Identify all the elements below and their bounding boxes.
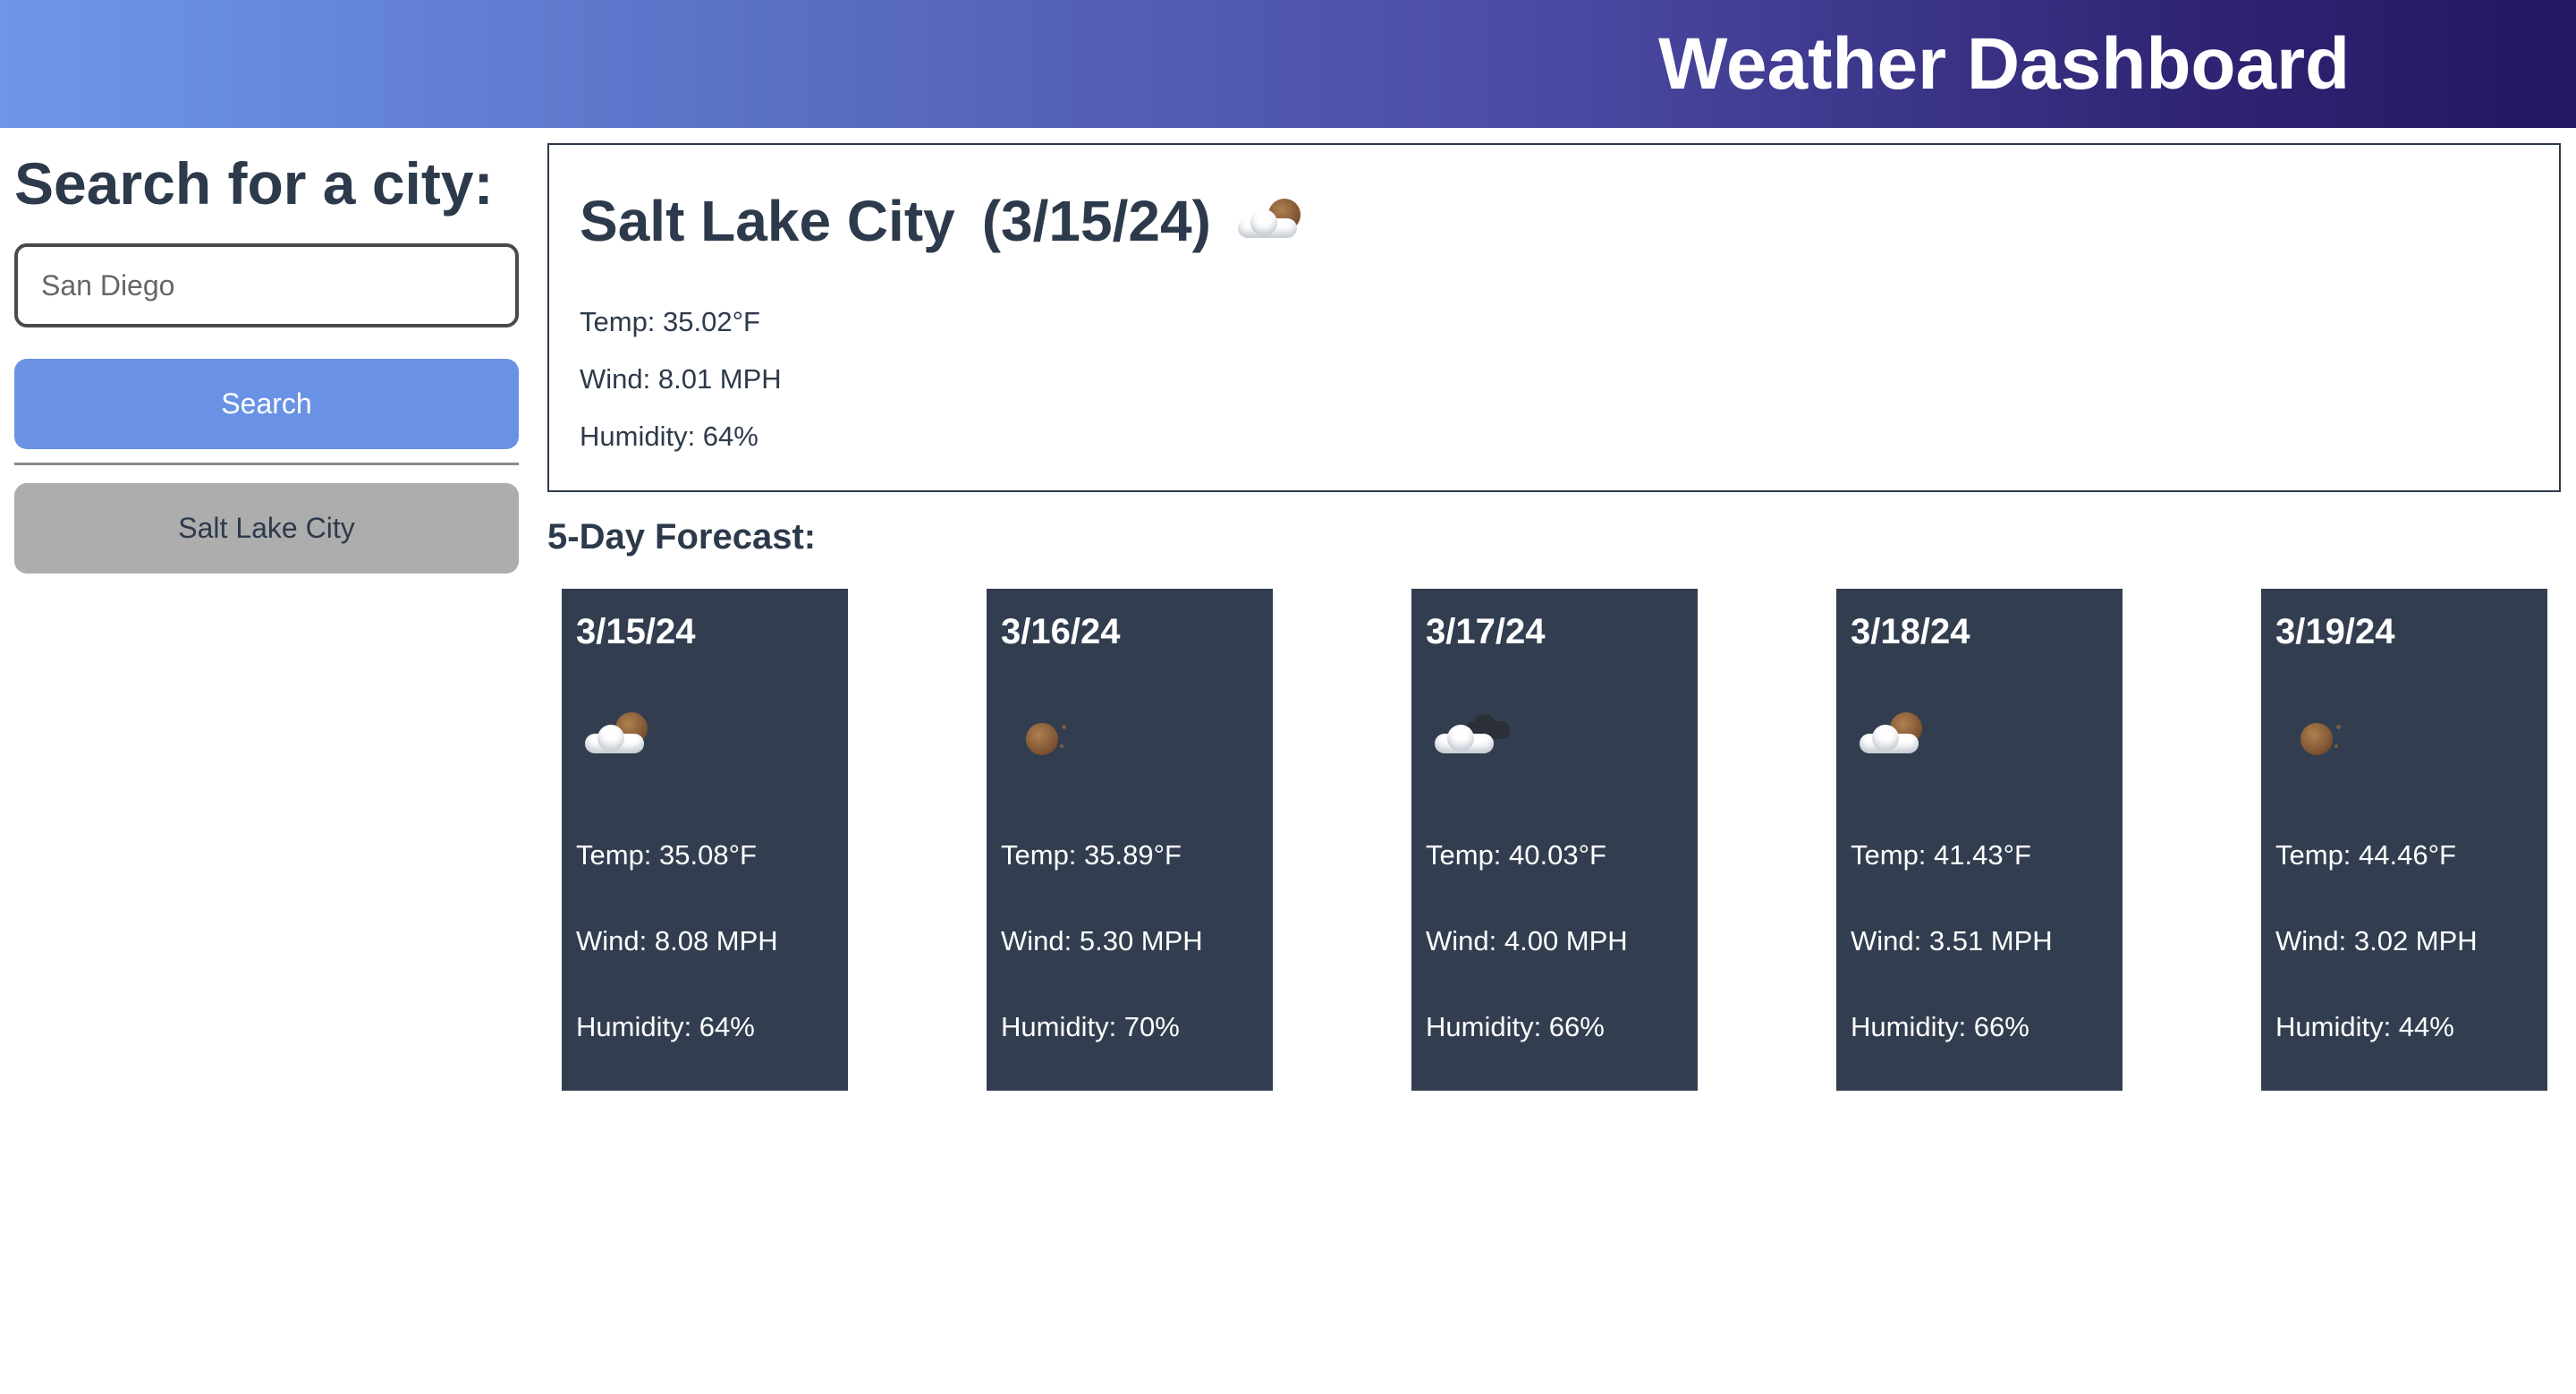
forecast-card: 3/18/24 Temp: 41.43°F Wind: 3.51 MPH Hum… — [1836, 589, 2123, 1091]
forecast-wind: Wind: 3.02 MPH — [2275, 925, 2478, 956]
page-title: Weather Dashboard — [1658, 23, 2351, 105]
current-city-name: Salt Lake City — [580, 189, 955, 253]
forecast-humidity: Humidity: 44% — [2275, 1011, 2454, 1042]
forecast-temp: Temp: 35.08°F — [576, 839, 757, 871]
current-wind: Wind: 8.01 MPH — [580, 363, 782, 395]
forecast-humidity: Humidity: 66% — [1426, 1011, 1605, 1042]
forecast-wind: Wind: 8.08 MPH — [576, 925, 778, 956]
current-weather-title: Salt Lake City (3/15/24) — [580, 181, 1315, 261]
forecast-wind: Wind: 4.00 MPH — [1426, 925, 1628, 956]
current-weather-panel: Salt Lake City (3/15/24) Temp: 35.02°F W… — [547, 143, 2561, 492]
forecast-card: 3/17/24 Temp: 40.03°F Wind: 4.00 MPH Hum… — [1411, 589, 1698, 1091]
partly-cloudy-icon — [1234, 190, 1315, 252]
page-header: Weather Dashboard — [0, 0, 2576, 128]
forecast-wind: Wind: 5.30 MPH — [1001, 925, 1203, 956]
forecast-temp: Temp: 41.43°F — [1851, 839, 2031, 871]
forecast-humidity: Humidity: 70% — [1001, 1011, 1180, 1042]
current-date: (3/15/24) — [981, 189, 1211, 253]
forecast-date: 3/19/24 — [2275, 612, 2395, 651]
search-heading: Search for a city: — [14, 150, 494, 217]
history-city-button[interactable]: Salt Lake City — [14, 483, 519, 574]
forecast-date: 3/16/24 — [1001, 612, 1121, 651]
partly-cloudy-icon — [1856, 705, 1936, 768]
city-search-input[interactable] — [14, 243, 519, 327]
search-button[interactable]: Search — [14, 359, 519, 449]
partly-cloudy-icon — [581, 705, 662, 768]
forecast-temp: Temp: 35.89°F — [1001, 839, 1182, 871]
current-humidity: Humidity: 64% — [580, 421, 758, 452]
clear-sky-icon — [1006, 705, 1087, 768]
forecast-temp: Temp: 44.46°F — [2275, 839, 2456, 871]
forecast-card: 3/15/24 Temp: 35.08°F Wind: 8.08 MPH Hum… — [562, 589, 848, 1091]
forecast-temp: Temp: 40.03°F — [1426, 839, 1606, 871]
forecast-wind: Wind: 3.51 MPH — [1851, 925, 2053, 956]
forecast-date: 3/15/24 — [576, 612, 696, 651]
forecast-humidity: Humidity: 64% — [576, 1011, 755, 1042]
forecast-date: 3/17/24 — [1426, 612, 1546, 651]
forecast-heading: 5-Day Forecast: — [547, 517, 817, 557]
forecast-humidity: Humidity: 66% — [1851, 1011, 2029, 1042]
forecast-card: 3/19/24 Temp: 44.46°F Wind: 3.02 MPH Hum… — [2261, 589, 2547, 1091]
forecast-card: 3/16/24 Temp: 35.89°F Wind: 5.30 MPH Hum… — [987, 589, 1273, 1091]
clear-sky-icon — [2281, 705, 2361, 768]
forecast-date: 3/18/24 — [1851, 612, 1970, 651]
broken-clouds-icon — [1431, 705, 1512, 768]
sidebar-divider — [14, 463, 519, 465]
current-temp: Temp: 35.02°F — [580, 306, 760, 337]
